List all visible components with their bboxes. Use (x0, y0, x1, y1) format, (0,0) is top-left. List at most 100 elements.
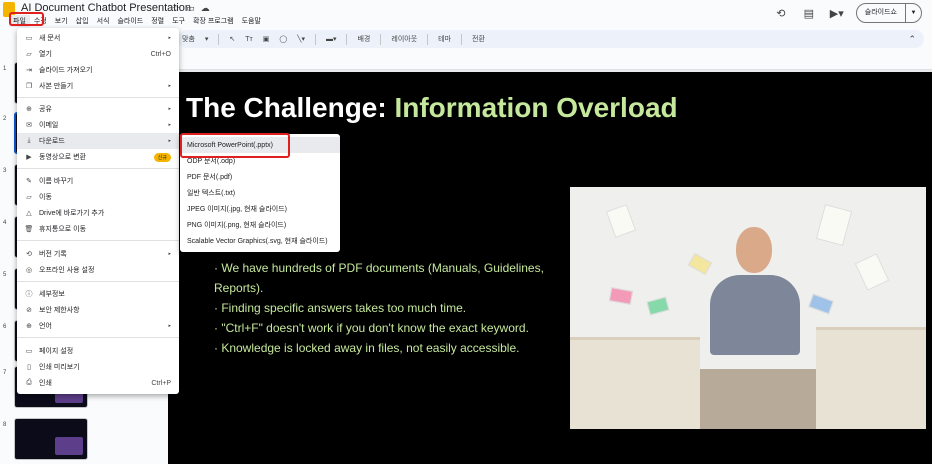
flying-paper (687, 252, 713, 276)
chevron-down-icon[interactable]: ▾ (205, 35, 209, 43)
menu-item-label: 휴지통으로 이동 (39, 226, 87, 233)
image-icon[interactable]: ▣ (263, 35, 270, 43)
meet-icon[interactable]: ▶▾ (828, 4, 846, 22)
collapse-toolbar-icon[interactable]: ⌃ (908, 34, 916, 45)
menu-item-print[interactable]: ⎙ 인쇄 Ctrl+P (17, 375, 179, 391)
share-icon: ⊕ (26, 106, 32, 113)
slide-thumbnail[interactable] (14, 418, 88, 460)
menu-divider (17, 168, 179, 169)
star-icon[interactable]: ☆ (172, 3, 180, 14)
toolbar-divider (218, 33, 220, 45)
menu-item-download[interactable]: ⤓ 다운로드 ▸ (17, 133, 179, 149)
theme-button[interactable]: 테마 (438, 34, 451, 44)
download-png[interactable]: PNG 이미지(.png, 현재 슬라이드) (180, 217, 340, 233)
menu-item-move[interactable]: ▱ 이동 (17, 189, 179, 205)
menu-item-label: 동영상으로 변환 (39, 154, 87, 161)
menu-item-label: 보안 제한사항 (39, 307, 80, 314)
menu-item-page-setup[interactable]: ▭ 페이지 설정 (17, 343, 179, 359)
man-head (736, 227, 772, 273)
submenu-arrow-icon: ▸ (168, 323, 171, 329)
zoom-fit-select[interactable]: 맞춤 (182, 34, 195, 44)
menu-extensions[interactable]: 확장 프로그램 (189, 15, 238, 27)
menu-format[interactable]: 서식 (93, 15, 114, 27)
menu-slide[interactable]: 슬라이드 (113, 15, 147, 27)
menu-item-label: 세부정보 (39, 291, 65, 298)
file-menu-dropdown: ▭ 새 문서 ▸ ▱ 열기 Ctrl+O ⇥ 슬라이드 가져오기 ❐ 사본 만들기 ▸ ⊕ 공유… (17, 28, 179, 394)
trash-icon: 🗑 (24, 226, 34, 233)
shortcut-label: Ctrl+O (150, 50, 171, 58)
import-slides-icon: ⇥ (26, 67, 32, 74)
slide-canvas[interactable]: The Challenge: Information Overload · We… (168, 72, 932, 464)
select-cursor-icon[interactable]: ↖ (229, 35, 235, 43)
background-button[interactable]: 배경 (357, 34, 370, 44)
document-title[interactable]: AI Document Chatbot Presentation (21, 2, 191, 14)
menu-item-open[interactable]: ▱ 열기 Ctrl+O (17, 46, 179, 62)
slide-title[interactable]: The Challenge: Information Overload (186, 92, 678, 124)
history-icon[interactable]: ⟲ (772, 4, 790, 22)
slideshow-label[interactable]: 슬라이드쇼 (857, 4, 905, 22)
move-to-folder-icon[interactable]: ▭ (186, 3, 195, 14)
menu-item-security[interactable]: ⊘ 보안 제한사항 (17, 302, 179, 318)
text-box-icon[interactable]: Tт (245, 36, 252, 43)
menu-item-language[interactable]: ⊕ 언어 ▸ (17, 318, 179, 334)
shape-icon[interactable]: ◯ (279, 35, 287, 43)
download-pdf[interactable]: PDF 문서(.pdf) (180, 169, 340, 185)
header-right-tools: ⟲ ▤ ▶▾ 슬라이드쇼 ▼ (772, 3, 922, 23)
menu-item-convert-video[interactable]: ▶ 동영상으로 변환 신규 (17, 149, 179, 165)
line-icon[interactable]: ╲▾ (297, 35, 305, 43)
security-icon: ⊘ (26, 307, 32, 314)
man-body (710, 275, 800, 355)
email-icon: ✉ (26, 122, 32, 129)
top-bar: AI Document Chatbot Presentation ☆ ▭ ☁ 파… (0, 0, 932, 28)
flying-paper (646, 296, 670, 316)
menu-item-new[interactable]: ▭ 새 문서 ▸ (17, 30, 179, 46)
menu-insert[interactable]: 삽입 (72, 15, 93, 27)
transition-button[interactable]: 전환 (472, 34, 485, 44)
video-convert-icon: ▶ (26, 154, 32, 161)
slideshow-button[interactable]: 슬라이드쇼 ▼ (855, 3, 922, 23)
menu-item-share[interactable]: ⊕ 공유 ▸ (17, 101, 179, 117)
annotation-box-file-menu (9, 12, 44, 26)
download-txt[interactable]: 일반 텍스트(.txt) (180, 185, 340, 201)
menu-item-drive-shortcut[interactable]: △ Drive에 바로가기 추가 (17, 205, 179, 221)
menu-arrange[interactable]: 정렬 (147, 15, 168, 27)
menu-divider (17, 97, 179, 98)
menu-item-rename[interactable]: ✎ 이름 바꾸기 (17, 173, 179, 189)
bullet-item: Reports). (214, 281, 264, 295)
toolbar: 맞춤 ▾ ↖ Tт ▣ ◯ ╲▾ ▬▾ 배경 레이아웃 테마 전환 ⌃ (178, 30, 924, 48)
overwhelmed-office-worker-photo[interactable] (570, 187, 926, 429)
bullet-list[interactable]: · We have hundreds of PDF documents (Man… (208, 258, 568, 358)
menu-item-import-slides[interactable]: ⇥ 슬라이드 가져오기 (17, 62, 179, 78)
menu-item-version-history[interactable]: ⟲ 버전 기록 ▸ (17, 246, 179, 262)
menu-item-trash[interactable]: 🗑 휴지통으로 이동 (17, 221, 179, 237)
toolbar-divider (380, 33, 382, 45)
layout-button[interactable]: 레이아웃 (391, 34, 417, 44)
download-svg[interactable]: Scalable Vector Graphics(.svg, 현재 슬라이드) (180, 233, 340, 249)
menu-item-make-copy[interactable]: ❐ 사본 만들기 ▸ (17, 78, 179, 94)
chevron-down-icon[interactable]: ▼ (905, 4, 921, 22)
menu-item-label: 사본 만들기 (39, 83, 74, 90)
download-jpg[interactable]: JPEG 이미지(.jpg, 현재 슬라이드) (180, 201, 340, 217)
menu-bar: 파일 수정 보기 삽입 서식 슬라이드 정렬 도구 확장 프로그램 도움말 (9, 15, 265, 27)
menu-item-offline[interactable]: ◎ 오프라인 사용 설정 (17, 262, 179, 278)
globe-icon: ⊕ (26, 323, 32, 330)
comment-icon[interactable]: ▤ (800, 4, 818, 22)
comment-add-icon[interactable]: ▬▾ (326, 35, 337, 43)
rename-icon: ✎ (26, 178, 32, 185)
flying-paper (605, 204, 637, 238)
menu-item-label: 공유 (39, 106, 52, 113)
flying-paper (808, 293, 834, 315)
ruler (168, 50, 932, 70)
title-part-green: Information Overload (394, 92, 678, 123)
cloud-status-icon[interactable]: ☁ (201, 3, 210, 14)
new-doc-icon: ▭ (25, 35, 33, 42)
menu-item-label: 인쇄 미리보기 (39, 364, 80, 371)
menu-view[interactable]: 보기 (51, 15, 72, 27)
menu-help[interactable]: 도움말 (238, 15, 265, 27)
menu-tools[interactable]: 도구 (168, 15, 189, 27)
menu-divider (17, 240, 179, 241)
menu-item-label: 언어 (39, 323, 52, 330)
menu-item-print-preview[interactable]: ▯ 인쇄 미리보기 (17, 359, 179, 375)
menu-item-email[interactable]: ✉ 이메일 ▸ (17, 117, 179, 133)
menu-item-details[interactable]: ⓘ 세부정보 (17, 286, 179, 302)
